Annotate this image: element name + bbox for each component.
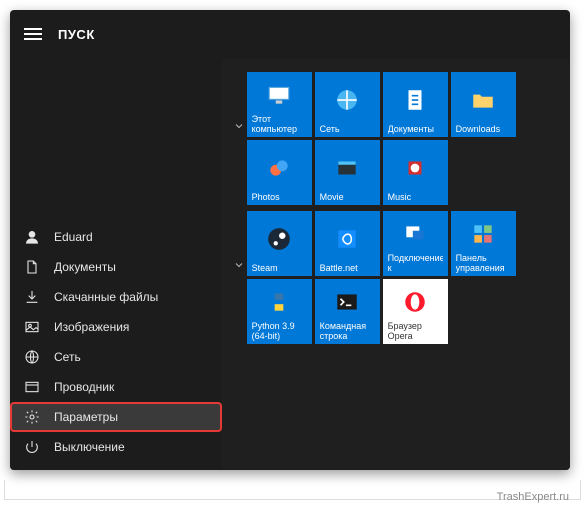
tile-steam[interactable]: Steam [247,211,312,276]
tile-rdp[interactable]: Подключение к удаленном... [383,211,448,276]
main: Eduard Документы Скачанные файлы Изображени… [10,58,570,470]
sidebar-item-gear[interactable]: Параметры [10,402,222,432]
explorer-icon [24,379,40,395]
title: ПУСК [58,27,95,42]
network-icon [320,76,375,124]
tile-cmd[interactable]: Командная строка [315,279,380,344]
tile-network[interactable]: Сеть [315,72,380,137]
tile-opera[interactable]: Браузер Opera [383,279,448,344]
tile-label: Панель управления [456,253,511,273]
tile-python[interactable]: Python 3.9 (64-bit) [247,279,312,344]
cpanel-icon [456,215,511,253]
rdp-icon [388,215,443,253]
tile-docs[interactable]: Документы [383,72,448,137]
battlenet-icon [320,215,375,263]
power-icon [24,439,40,455]
photos-icon [252,144,307,192]
tile-label: Python 3.9 (64-bit) [252,321,307,341]
tile-folder[interactable]: Downloads [451,72,516,137]
sidebar-item-user[interactable]: Eduard [10,222,222,252]
movie-icon [320,144,375,192]
tile-label: Photos [252,192,307,202]
document-icon [24,259,40,275]
tile-label: Music [388,192,443,202]
python-icon [252,283,307,321]
steam-icon [252,215,307,263]
tile-label: Этот компьютер [252,114,307,134]
tile-group: Этот компьютер Сеть Документы Downloads Phot… [232,72,560,205]
tile-music[interactable]: Music [383,140,448,205]
titlebar: ПУСК [10,10,570,58]
hamburger-icon[interactable] [24,28,42,40]
frame [4,480,581,500]
tile-movie[interactable]: Movie [315,140,380,205]
tiles-row: Steam Battle.net Подключение к удаленном..… [247,211,560,344]
tile-label: Документы [388,124,443,134]
gear-icon [24,409,40,425]
sidebar-item-image[interactable]: Изображения [10,312,222,342]
sidebar-item-download[interactable]: Скачанные файлы [10,282,222,312]
sidebar-item-explorer[interactable]: Проводник [10,372,222,402]
tile-label: Movie [320,192,375,202]
image-icon [24,319,40,335]
sidebar-item-globe[interactable]: Сеть [10,342,222,372]
watermark: TrashExpert.ru [497,491,569,503]
opera-icon [388,283,443,321]
sidebar-item-label: Выключение [54,440,125,454]
tile-content: Этот компьютер Сеть Документы Downloads Phot… [222,58,570,470]
chevron-down-icon[interactable] [232,211,247,271]
folder-icon [456,76,511,124]
sidebar-item-document[interactable]: Документы [10,252,222,282]
tile-label: Сеть [320,124,375,134]
chevron-down-icon[interactable] [232,72,247,132]
music-icon [388,144,443,192]
tiles-row: Этот компьютер Сеть Документы Downloads Phot… [247,72,560,205]
tile-battlenet[interactable]: Battle.net [315,211,380,276]
start-menu: ПУСК Eduard Документы Скачанные файлы Изобр… [10,10,570,470]
globe-icon [24,349,40,365]
sidebar-item-label: Изображения [54,320,129,334]
tile-label: Подключение к удаленном... [388,253,443,273]
sidebar-item-label: Скачанные файлы [54,290,158,304]
tile-pc[interactable]: Этот компьютер [247,72,312,137]
tile-label: Battle.net [320,263,375,273]
cmd-icon [320,283,375,321]
tile-photos[interactable]: Photos [247,140,312,205]
sidebar-item-label: Параметры [54,410,118,424]
user-icon [24,229,40,245]
pc-icon [252,76,307,114]
tile-label: Командная строка [320,321,375,341]
tile-label: Downloads [456,124,511,134]
download-icon [24,289,40,305]
sidebar-item-label: Документы [54,260,116,274]
sidebar-item-label: Eduard [54,230,93,244]
tile-label: Steam [252,263,307,273]
sidebar-item-label: Проводник [54,380,114,394]
sidebar-item-label: Сеть [54,350,81,364]
sidebar: Eduard Документы Скачанные файлы Изображени… [10,58,222,470]
docs-icon [388,76,443,124]
tile-group: Steam Battle.net Подключение к удаленном..… [232,211,560,344]
tile-label: Браузер Opera [388,321,443,341]
sidebar-item-power[interactable]: Выключение [10,432,222,462]
tile-cpanel[interactable]: Панель управления [451,211,516,276]
